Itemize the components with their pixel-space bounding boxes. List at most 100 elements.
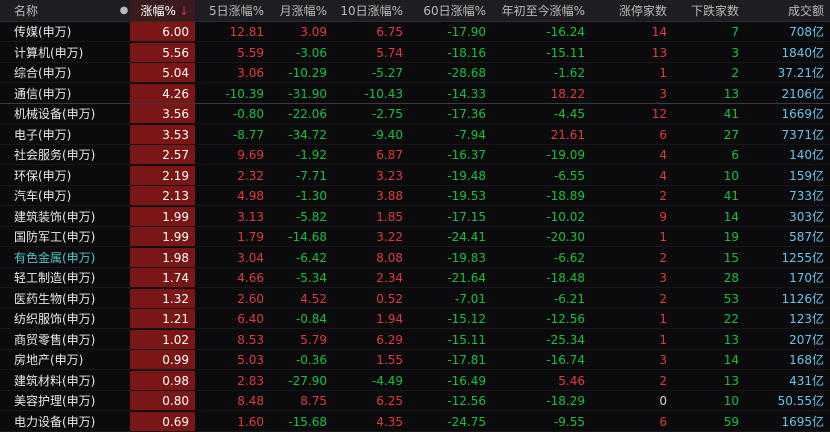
header-d60[interactable]: 60日涨幅% bbox=[409, 0, 492, 21]
cell-amount: 2106亿 bbox=[781, 86, 824, 101]
table-row[interactable]: 电子(申万) 3.53 -8.77 -34.72 -9.40 -7.94 21.61 6 27 7… bbox=[0, 124, 830, 145]
cell-amount: 170亿 bbox=[789, 271, 824, 285]
cell-ytd: -16.24 bbox=[546, 25, 585, 39]
cell-down-count: 41 bbox=[723, 189, 739, 203]
cell-d10: 6.87 bbox=[376, 148, 403, 162]
cell-name: 汽车(申万) bbox=[14, 189, 72, 203]
header-name[interactable]: 名称 bbox=[0, 0, 118, 21]
cell-d10: -5.27 bbox=[371, 66, 403, 80]
cell-ytd: -18.89 bbox=[546, 189, 585, 203]
cell-ytd: 18.22 bbox=[550, 86, 585, 101]
cell-change: 0.98 bbox=[130, 370, 195, 390]
cell-change: 1.74 bbox=[130, 268, 195, 287]
cell-d60: -24.75 bbox=[447, 414, 486, 429]
header-up-count[interactable]: 涨停家数 bbox=[591, 0, 673, 21]
table-row[interactable]: 机械设备(申万) 3.56 -0.80 -22.06 -2.75 -17.36 -4.45 1… bbox=[0, 104, 830, 124]
cell-amount: 431亿 bbox=[789, 373, 824, 388]
cell-up-count: 2 bbox=[659, 250, 667, 265]
cell-d10: 1.55 bbox=[376, 353, 403, 367]
cell-d10: 4.35 bbox=[376, 414, 403, 429]
cell-amount: 303亿 bbox=[789, 209, 824, 224]
cell-down-count: 13 bbox=[723, 373, 739, 388]
table-row[interactable]: 有色金属(申万) 1.98 3.04 -6.42 8.08 -19.83 -6.62 2 15 1… bbox=[0, 247, 830, 268]
header-dot-icon[interactable]: ● bbox=[118, 0, 130, 21]
cell-d5: 1.60 bbox=[237, 414, 264, 429]
cell-amount: 733亿 bbox=[789, 189, 824, 203]
table-header: 名称 ● 涨幅% ↓ 5日涨幅% 月涨幅% 10日涨幅% 60日涨幅% 年初至今涨… bbox=[0, 0, 830, 22]
cell-ytd: -10.02 bbox=[546, 209, 585, 224]
cell-d60: -15.12 bbox=[447, 312, 486, 326]
cell-month: -1.30 bbox=[295, 189, 327, 203]
header-d10[interactable]: 10日涨幅% bbox=[333, 0, 409, 21]
cell-up-count: 2 bbox=[659, 189, 667, 203]
cell-down-count: 41 bbox=[723, 107, 739, 121]
cell-month: 8.75 bbox=[300, 394, 327, 408]
cell-d10: 5.74 bbox=[376, 45, 403, 60]
cell-d5: 2.60 bbox=[237, 291, 264, 306]
cell-d60: -7.94 bbox=[454, 127, 486, 142]
table-row[interactable]: 电力设备(申万) 0.69 1.60 -15.68 4.35 -24.75 -9.55 6 59… bbox=[0, 411, 830, 432]
cell-month: 4.52 bbox=[300, 291, 327, 306]
cell-amount: 159亿 bbox=[789, 168, 824, 183]
cell-ytd: -15.11 bbox=[546, 45, 585, 60]
cell-ytd: -18.48 bbox=[546, 271, 585, 285]
table-row[interactable]: 社会服务(申万) 2.57 9.69 -1.92 6.87 -16.37 -19.09 4 6 1… bbox=[0, 145, 830, 165]
cell-down-count: 14 bbox=[723, 353, 739, 367]
table-row[interactable]: 国防军工(申万) 1.99 1.79 -14.68 3.22 -24.41 -20.30 1 1… bbox=[0, 227, 830, 247]
cell-ytd: -12.56 bbox=[546, 312, 585, 326]
table-row[interactable]: 汽车(申万) 2.13 4.98 -1.30 3.88 -19.53 -18.89 2 41 73… bbox=[0, 186, 830, 206]
cell-amount: 207亿 bbox=[789, 332, 824, 347]
cell-d5: 8.48 bbox=[237, 394, 264, 408]
cell-name: 国防军工(申万) bbox=[14, 230, 96, 244]
header-ytd[interactable]: 年初至今涨幅% bbox=[492, 0, 591, 21]
cell-down-count: 3 bbox=[731, 45, 739, 60]
table-row[interactable]: 建筑材料(申万) 0.98 2.83 -27.90 -4.49 -16.49 5.46 2 13… bbox=[0, 370, 830, 391]
table-row[interactable]: 通信(申万) 4.26 -10.39 -31.90 -10.43 -14.33 18.22 3… bbox=[0, 83, 830, 104]
cell-up-count: 3 bbox=[659, 353, 667, 367]
cell-d5: 4.98 bbox=[237, 189, 264, 203]
cell-d60: -17.90 bbox=[447, 25, 486, 39]
cell-d60: -17.81 bbox=[447, 353, 486, 367]
cell-name: 有色金属(申万) bbox=[14, 250, 96, 265]
header-down-count[interactable]: 下跌家数 bbox=[673, 0, 745, 21]
cell-down-count: 13 bbox=[723, 86, 739, 101]
table-row[interactable]: 轻工制造(申万) 1.74 4.66 -5.34 2.34 -21.64 -18.48 3 28… bbox=[0, 268, 830, 288]
cell-name: 房地产(申万) bbox=[14, 353, 84, 367]
table-row[interactable]: 房地产(申万) 0.99 5.03 -0.36 1.55 -17.81 -16.74 3 14 1… bbox=[0, 350, 830, 370]
cell-month: -6.42 bbox=[295, 250, 327, 265]
cell-d10: -9.40 bbox=[371, 127, 403, 142]
cell-up-count: 1 bbox=[659, 230, 667, 244]
table-row[interactable]: 纺织服饰(申万) 1.21 6.40 -0.84 1.94 -15.12 -12.56 1 22… bbox=[0, 309, 830, 329]
cell-amount: 168亿 bbox=[789, 353, 824, 367]
table-row[interactable]: 美容护理(申万) 0.80 8.48 8.75 6.25 -12.56 -18.29 0 10 5… bbox=[0, 391, 830, 411]
cell-down-count: 59 bbox=[723, 414, 739, 429]
cell-down-count: 13 bbox=[723, 332, 739, 347]
cell-down-count: 19 bbox=[723, 230, 739, 244]
header-change-label: 涨幅% bbox=[140, 4, 176, 18]
table-row[interactable]: 商贸零售(申万) 1.02 8.53 5.79 6.29 -15.11 -25.34 1 13 2… bbox=[0, 329, 830, 350]
table-row[interactable]: 建筑装饰(申万) 1.99 3.13 -5.82 1.85 -17.15 -10.02 9 14… bbox=[0, 206, 830, 227]
cell-up-count: 13 bbox=[651, 45, 667, 60]
cell-change: 3.56 bbox=[130, 104, 195, 123]
cell-name: 电力设备(申万) bbox=[14, 414, 96, 429]
table-row[interactable]: 传媒(申万) 6.00 12.81 3.09 6.75 -17.90 -16.24 14 7 70… bbox=[0, 22, 830, 42]
table-row[interactable]: 环保(申万) 2.19 2.32 -7.71 3.23 -19.48 -6.55 4 10 159… bbox=[0, 165, 830, 186]
cell-month: -0.84 bbox=[295, 312, 327, 326]
cell-ytd: -20.30 bbox=[546, 230, 585, 244]
cell-name: 建筑装饰(申万) bbox=[14, 209, 96, 224]
cell-up-count: 0 bbox=[659, 394, 667, 408]
header-change-sorted[interactable]: 涨幅% ↓ bbox=[130, 0, 195, 21]
table-row[interactable]: 综合(申万) 5.04 3.06 -10.29 -5.27 -28.68 -1.62 1 2 37… bbox=[0, 63, 830, 83]
cell-d10: 1.85 bbox=[376, 209, 403, 224]
header-amount[interactable]: 成交额 bbox=[745, 0, 830, 21]
table-row[interactable]: 医药生物(申万) 1.32 2.60 4.52 0.52 -7.01 -6.21 2 53 112… bbox=[0, 288, 830, 309]
cell-name: 电子(申万) bbox=[14, 127, 72, 142]
header-d5[interactable]: 5日涨幅% bbox=[195, 0, 270, 21]
cell-ytd: -25.34 bbox=[546, 332, 585, 347]
cell-d5: 12.81 bbox=[229, 25, 264, 39]
cell-down-count: 15 bbox=[723, 250, 739, 265]
table-row[interactable]: 计算机(申万) 5.56 5.59 -3.06 5.74 -18.16 -15.11 13 3 1… bbox=[0, 42, 830, 63]
cell-d5: 6.40 bbox=[237, 312, 264, 326]
cell-d60: -19.48 bbox=[447, 168, 486, 183]
header-month[interactable]: 月涨幅% bbox=[270, 0, 333, 21]
